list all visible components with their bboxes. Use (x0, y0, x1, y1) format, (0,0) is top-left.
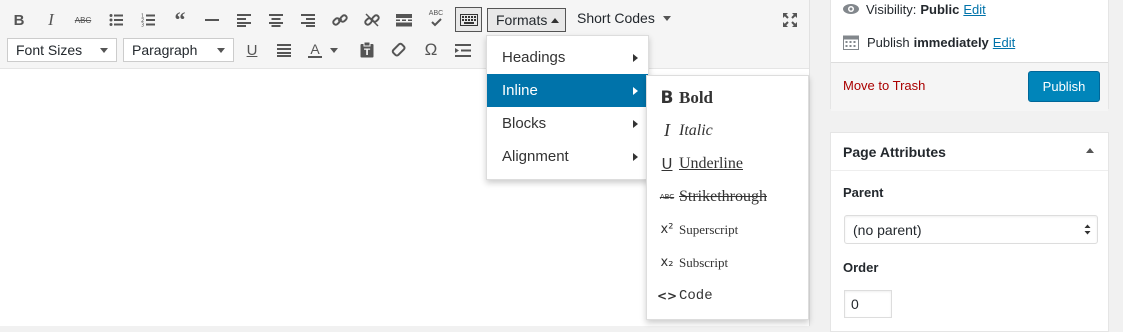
subscript-icon: x₂ (660, 255, 674, 270)
paragraph-select[interactable]: Paragraph (123, 38, 234, 62)
superscript-icon: x² (660, 222, 674, 237)
publish-label: Publish (867, 34, 910, 50)
blockquote-icon[interactable]: “ (168, 7, 192, 32)
paragraph-label: Paragraph (132, 42, 198, 58)
svg-text:3: 3 (141, 23, 144, 28)
parent-select[interactable]: (no parent) (844, 215, 1098, 244)
bullet-list-icon[interactable] (104, 8, 128, 32)
publish-time-edit-link[interactable]: Edit (993, 35, 1015, 50)
chevron-down-icon (100, 47, 108, 53)
paste-text-icon[interactable]: T (355, 38, 379, 62)
select-arrows-icon (1084, 224, 1091, 235)
numbered-list-icon[interactable]: 123 (136, 8, 160, 32)
font-sizes-label: Font Sizes (16, 42, 83, 58)
align-left-icon[interactable] (232, 8, 256, 32)
inline-submenu: B Bold I Italic U Underline ABC Striketh… (646, 75, 809, 320)
toolbar-toggle-icon[interactable] (455, 7, 482, 32)
page-attributes-box: Page Attributes Parent (no parent) Order… (830, 132, 1109, 332)
visibility-label: Visibility: (866, 1, 917, 17)
justify-icon[interactable] (272, 38, 296, 62)
svg-text:T: T (364, 48, 371, 58)
shortcodes-dropdown[interactable]: Short Codes (577, 10, 671, 26)
submenu-item-label: Bold (679, 87, 714, 107)
submenu-item-bold[interactable]: B Bold (647, 81, 808, 114)
caret-up-icon (551, 17, 560, 23)
submenu-item-label: Code (679, 287, 713, 304)
underline-icon: U (661, 154, 673, 173)
italic-icon[interactable]: I (39, 8, 63, 32)
bold-icon: B (660, 87, 674, 108)
formats-label: Formats (496, 12, 548, 28)
chevron-right-icon (633, 120, 638, 128)
insert-link-icon[interactable] (328, 8, 352, 32)
order-label: Order (843, 260, 879, 275)
submenu-item-underline[interactable]: U Underline (647, 147, 808, 180)
align-right-icon[interactable] (296, 8, 320, 32)
special-character-icon[interactable]: Ω (419, 38, 443, 62)
parent-select-value: (no parent) (853, 221, 922, 238)
chevron-down-icon (662, 15, 671, 21)
menu-item-inline[interactable]: Inline (487, 74, 648, 107)
indent-icon[interactable] (451, 38, 475, 62)
submenu-item-label: Strikethrough (679, 187, 767, 205)
visibility-edit-link[interactable]: Edit (963, 2, 985, 17)
chevron-right-icon (633, 153, 638, 161)
text-color-chevron-icon[interactable] (326, 38, 342, 62)
submenu-item-superscript[interactable]: x² Superscript (647, 213, 808, 246)
menu-item-label: Headings (502, 49, 566, 66)
submenu-item-label: Subscript (679, 254, 729, 270)
submenu-item-label: Underline (679, 154, 743, 172)
code-icon: <> (656, 288, 678, 303)
align-center-icon[interactable] (264, 8, 288, 32)
formats-dropdown[interactable]: Formats (487, 8, 566, 32)
submenu-item-code[interactable]: <> Code (647, 279, 808, 312)
clear-formatting-icon[interactable] (387, 38, 411, 62)
publish-button[interactable]: Publish (1028, 71, 1100, 102)
chevron-down-icon (217, 47, 225, 53)
chevron-right-icon (633, 54, 638, 62)
menu-item-label: Alignment (502, 148, 569, 165)
read-more-icon[interactable] (392, 8, 416, 32)
menu-item-headings[interactable]: Headings (487, 41, 648, 74)
shortcodes-label: Short Codes (577, 10, 655, 26)
bold-icon[interactable]: B (7, 8, 31, 32)
submenu-item-subscript[interactable]: x₂ Subscript (647, 246, 808, 279)
menu-item-label: Inline (502, 82, 538, 99)
visibility-value: Public (920, 1, 960, 17)
page-attributes-header[interactable]: Page Attributes (831, 133, 1108, 171)
menu-item-label: Blocks (502, 115, 547, 132)
publish-value: immediately (913, 34, 989, 50)
submenu-item-strikethrough[interactable]: ABC Strikethrough (647, 180, 808, 213)
italic-icon: I (664, 120, 670, 140)
menu-item-alignment[interactable]: Alignment (487, 140, 648, 173)
remove-link-icon[interactable] (360, 8, 384, 32)
menu-item-blocks[interactable]: Blocks (487, 107, 648, 140)
submenu-item-italic[interactable]: I Italic (647, 114, 808, 147)
editor-toolbar: B I ABC 123 “ ABC Formats Short Codes Fo… (0, 0, 809, 69)
parent-label: Parent (843, 185, 884, 200)
strikethrough-icon[interactable]: ABC (71, 8, 95, 32)
fullscreen-icon[interactable] (778, 8, 802, 32)
page-attributes-title: Page Attributes (843, 144, 946, 160)
eye-icon (843, 4, 859, 14)
text-color-icon[interactable]: A (303, 38, 327, 62)
chevron-right-icon (633, 87, 638, 95)
submenu-item-label: Superscript (679, 221, 739, 237)
underline-icon[interactable]: U (240, 38, 264, 62)
move-to-trash-link[interactable]: Move to Trash (843, 78, 925, 93)
font-sizes-select[interactable]: Font Sizes (7, 38, 117, 62)
order-input[interactable]: 0 (844, 290, 892, 318)
publish-time-row: Publish immediately Edit (843, 33, 1015, 51)
publish-box: Visibility: Public Edit Publish immediat… (830, 0, 1109, 111)
collapse-arrow-icon[interactable] (1086, 148, 1094, 153)
publish-actions: Move to Trash Publish (831, 62, 1108, 111)
horizontal-rule-icon[interactable] (200, 8, 224, 32)
calendar-icon (843, 35, 859, 50)
strikethrough-icon: ABC (659, 192, 675, 201)
formats-menu: Headings Inline Blocks Alignment (486, 35, 649, 180)
spellcheck-icon[interactable]: ABC (424, 6, 448, 30)
submenu-item-label: Italic (679, 121, 713, 139)
visibility-row: Visibility: Public Edit (842, 0, 986, 18)
